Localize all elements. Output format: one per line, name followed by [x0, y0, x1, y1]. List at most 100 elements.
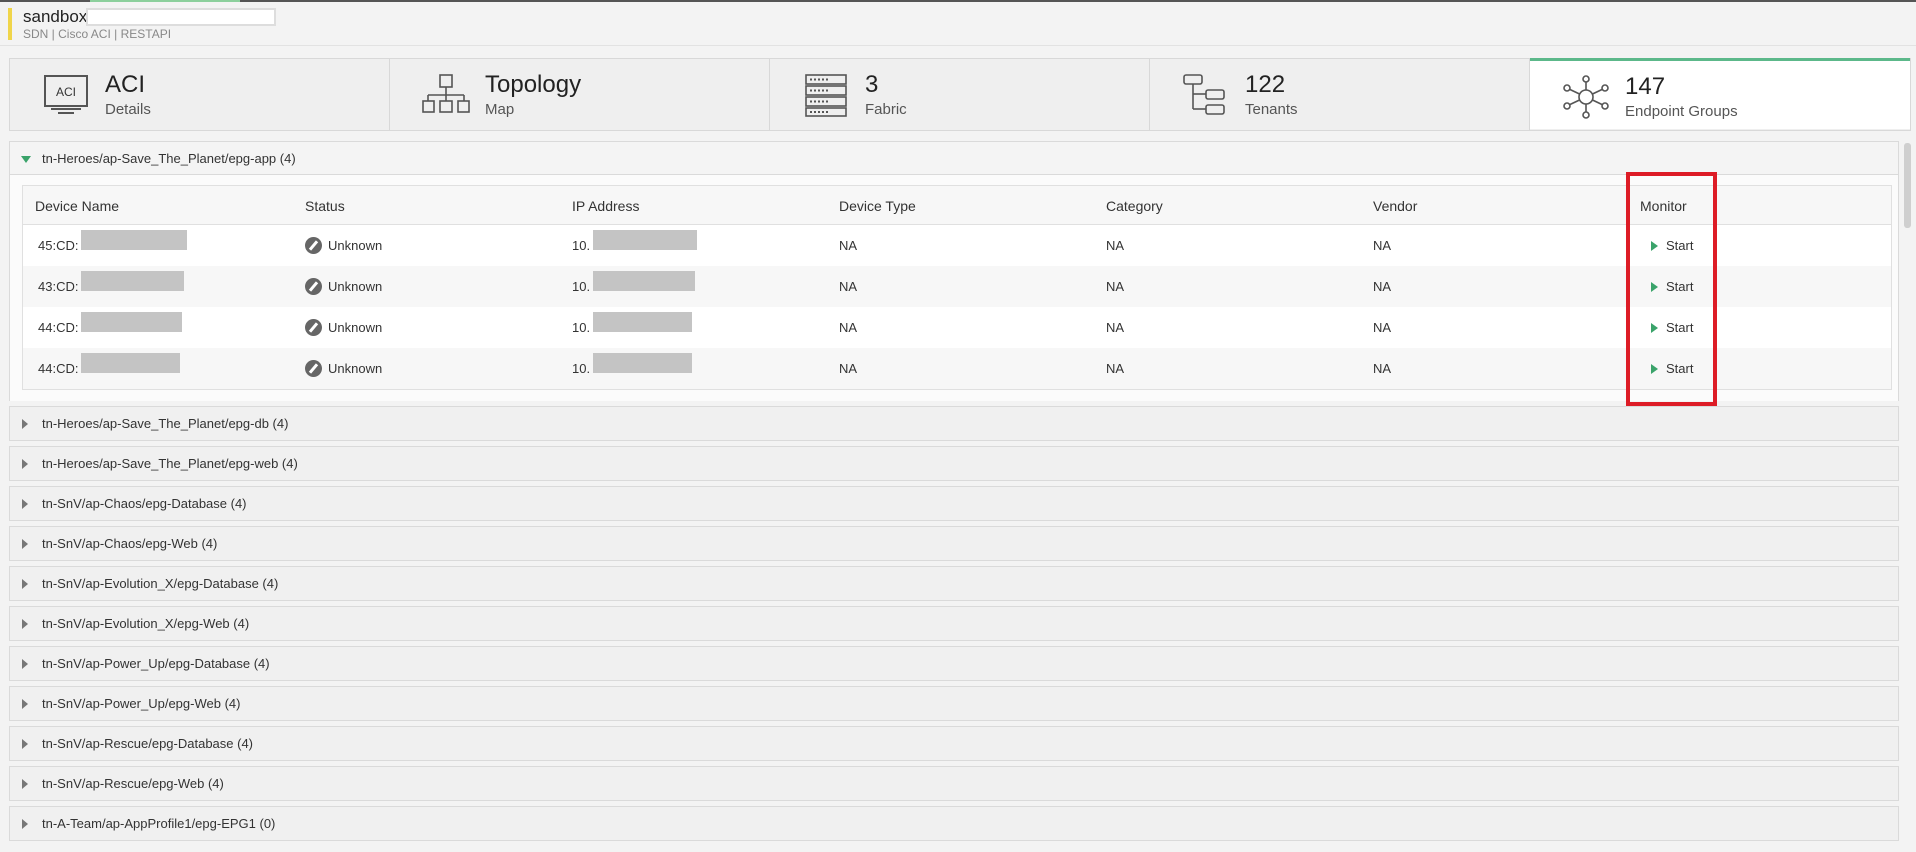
start-monitor-button[interactable]: Start	[1643, 275, 1701, 299]
col-monitor[interactable]: Monitor	[1640, 198, 1687, 214]
epg-group-header[interactable]: tn-A-Team/ap-AppProfile1/epg-EPG1 (0)	[9, 806, 1899, 841]
page-title: sandbox	[23, 7, 88, 26]
col-vendor[interactable]: Vendor	[1373, 198, 1417, 214]
topology-icon	[422, 74, 470, 113]
epg-group-body: Device Name Status IP Address Device Typ…	[9, 175, 1899, 401]
col-device-name[interactable]: Device Name	[35, 198, 119, 214]
redacted-ip	[593, 230, 697, 250]
device-name: 43:CD:	[38, 279, 79, 294]
device-name: 44:CD:	[38, 320, 79, 335]
status-text: Unknown	[328, 320, 383, 335]
unknown-status-icon	[305, 278, 322, 295]
network-hub-icon	[1563, 75, 1609, 119]
epg-group-header[interactable]: tn-SnV/ap-Rescue/epg-Database (4)	[9, 726, 1899, 761]
epg-group-header[interactable]: tn-SnV/ap-Evolution_X/epg-Database (4)	[9, 566, 1899, 601]
endpoint-table: Device Name Status IP Address Device Typ…	[22, 185, 1892, 390]
epg-group-header[interactable]: tn-SnV/ap-Power_Up/epg-Web (4)	[9, 686, 1899, 721]
collapsed-groups: tn-Heroes/ap-Save_The_Planet/epg-db (4) …	[9, 406, 1899, 841]
ip-address: 10.	[572, 320, 591, 335]
category: NA	[1106, 361, 1125, 376]
tile-epg-label: Endpoint Groups	[1625, 103, 1738, 120]
summary-tiles: ACI ACI Details Topology Map 3 Fabric 12…	[9, 58, 1911, 131]
caret-right-icon	[22, 819, 28, 829]
unknown-status-icon	[305, 360, 322, 377]
epg-group-header[interactable]: tn-SnV/ap-Chaos/epg-Database (4)	[9, 486, 1899, 521]
device-type: NA	[839, 238, 858, 253]
epg-group-label: tn-SnV/ap-Power_Up/epg-Database (4)	[42, 656, 270, 671]
vendor: NA	[1373, 361, 1392, 376]
epg-group-label: tn-SnV/ap-Rescue/epg-Web (4)	[42, 776, 224, 791]
epg-group-label: tn-SnV/ap-Chaos/epg-Database (4)	[42, 496, 247, 511]
epg-group-header-expanded[interactable]: tn-Heroes/ap-Save_The_Planet/epg-app (4)	[9, 141, 1899, 175]
epg-group-label: tn-A-Team/ap-AppProfile1/epg-EPG1 (0)	[42, 816, 276, 831]
category: NA	[1106, 238, 1125, 253]
tile-fabric[interactable]: 3 Fabric	[770, 59, 1150, 130]
table-row: 45:CD: Unknown 10. NA NA NA Start	[23, 225, 1891, 266]
epg-group-label: tn-SnV/ap-Evolution_X/epg-Database (4)	[42, 576, 279, 591]
start-label: Start	[1666, 238, 1694, 253]
caret-right-icon	[22, 619, 28, 629]
tile-epg-count: 147	[1625, 73, 1666, 100]
vendor: NA	[1373, 238, 1392, 253]
caret-right-icon	[22, 579, 28, 589]
table-header: Device Name Status IP Address Device Typ…	[23, 186, 1891, 225]
redacted-ip	[593, 271, 695, 291]
tile-tenants-count: 122	[1245, 71, 1286, 98]
device-type: NA	[839, 320, 858, 335]
caret-right-icon	[22, 539, 28, 549]
category: NA	[1106, 320, 1125, 335]
redacted-mac	[81, 230, 187, 250]
status-text: Unknown	[328, 279, 383, 294]
play-icon	[1651, 364, 1658, 374]
col-status[interactable]: Status	[305, 198, 345, 214]
ip-address: 10.	[572, 238, 591, 253]
tile-topology-map[interactable]: Topology Map	[390, 59, 770, 130]
status-text: Unknown	[328, 361, 383, 376]
start-monitor-button[interactable]: Start	[1643, 357, 1701, 381]
tile-topology-subtitle: Map	[485, 101, 515, 118]
caret-down-icon	[21, 156, 31, 163]
col-device-type[interactable]: Device Type	[839, 198, 916, 214]
device-type: NA	[839, 361, 858, 376]
table-row: 43:CD: Unknown 10. NA NA NA Start	[23, 266, 1891, 307]
tile-fabric-label: Fabric	[865, 101, 907, 118]
device-name: 45:CD:	[38, 238, 79, 253]
vendor: NA	[1373, 320, 1392, 335]
page-header: sandbox SDN | Cisco ACI | RESTAPI	[0, 2, 1916, 46]
epg-group-label: tn-SnV/ap-Power_Up/epg-Web (4)	[42, 696, 241, 711]
epg-group-header[interactable]: tn-Heroes/ap-Save_The_Planet/epg-db (4)	[9, 406, 1899, 441]
tile-tenants-label: Tenants	[1245, 101, 1298, 118]
start-monitor-button[interactable]: Start	[1643, 234, 1701, 258]
status-text: Unknown	[328, 238, 383, 253]
tile-fabric-count: 3	[865, 71, 879, 98]
epg-group-header[interactable]: tn-SnV/ap-Power_Up/epg-Database (4)	[9, 646, 1899, 681]
header-accent-bar	[8, 8, 12, 40]
table-row: 44:CD: Unknown 10. NA NA NA Start	[23, 348, 1891, 389]
redacted-mac	[81, 312, 182, 332]
col-ip-address[interactable]: IP Address	[572, 198, 639, 214]
start-monitor-button[interactable]: Start	[1643, 316, 1701, 340]
caret-right-icon	[22, 699, 28, 709]
tile-tenants[interactable]: 122 Tenants	[1150, 59, 1530, 130]
scrollbar-thumb[interactable]	[1904, 143, 1911, 228]
aci-monitor-icon: ACI	[44, 75, 88, 114]
device-type: NA	[839, 279, 858, 294]
redacted-mac	[81, 271, 184, 291]
tile-endpoint-groups[interactable]: 147 Endpoint Groups	[1530, 58, 1910, 129]
epg-group-label: tn-Heroes/ap-Save_The_Planet/epg-db (4)	[42, 416, 289, 431]
category: NA	[1106, 279, 1125, 294]
server-rack-icon	[805, 74, 847, 117]
start-label: Start	[1666, 361, 1694, 376]
play-icon	[1651, 282, 1658, 292]
ip-address: 10.	[572, 361, 591, 376]
epg-group-header[interactable]: tn-SnV/ap-Evolution_X/epg-Web (4)	[9, 606, 1899, 641]
caret-right-icon	[22, 659, 28, 669]
epg-group-label: tn-Heroes/ap-Save_The_Planet/epg-web (4)	[42, 456, 298, 471]
epg-group-header[interactable]: tn-SnV/ap-Rescue/epg-Web (4)	[9, 766, 1899, 801]
tile-aci-details[interactable]: ACI ACI Details	[10, 59, 390, 130]
col-category[interactable]: Category	[1106, 198, 1163, 214]
epg-group-header[interactable]: tn-SnV/ap-Chaos/epg-Web (4)	[9, 526, 1899, 561]
tile-aci-title: ACI	[105, 71, 146, 98]
epg-group-label: tn-SnV/ap-Rescue/epg-Database (4)	[42, 736, 254, 751]
epg-group-header[interactable]: tn-Heroes/ap-Save_The_Planet/epg-web (4)	[9, 446, 1899, 481]
